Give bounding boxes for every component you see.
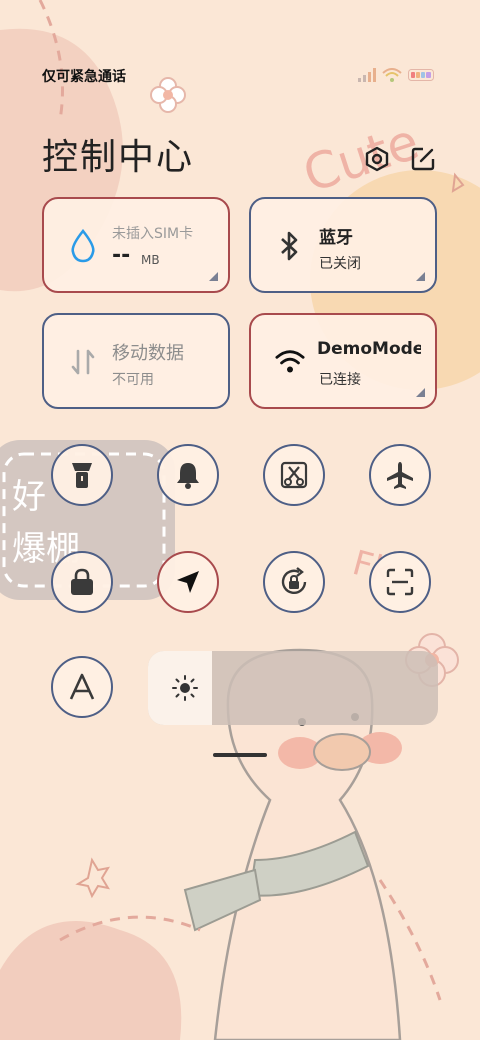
data-usage-tile[interactable]: 未插入SIM卡 -- MB — [42, 197, 230, 293]
airplane-toggle[interactable] — [369, 444, 431, 506]
wifi-icon — [275, 345, 305, 379]
flashlight-icon — [72, 463, 92, 488]
expand-corner-icon — [416, 272, 425, 281]
scissors-icon — [280, 461, 308, 489]
bluetooth-label: 蓝牙 — [319, 228, 353, 248]
signal-icon — [358, 68, 376, 82]
bell-icon — [177, 463, 199, 489]
screenshot-toggle[interactable] — [263, 444, 325, 506]
auto-rotate-toggle[interactable] — [263, 551, 325, 613]
page-title: 控制中心 — [42, 137, 195, 178]
location-toggle[interactable] — [157, 551, 219, 613]
ringer-toggle[interactable] — [157, 444, 219, 506]
status-bar: 仅可紧急通话 — [0, 62, 480, 90]
sun-icon — [172, 675, 198, 701]
data-usage-unit: MB — [141, 253, 160, 267]
lock-icon — [71, 568, 93, 595]
bluetooth-tile[interactable]: 蓝牙 已关闭 — [249, 197, 437, 293]
brightness-slider[interactable] — [148, 651, 438, 725]
scan-icon — [386, 568, 414, 596]
expand-corner-icon — [416, 388, 425, 397]
flashlight-toggle[interactable] — [51, 444, 113, 506]
edit-button[interactable] — [408, 144, 438, 174]
data-usage-value: -- — [112, 243, 131, 268]
mobile-data-tile[interactable]: 移动数据 不可用 — [42, 313, 230, 409]
wifi-icon — [382, 68, 402, 82]
wifi-tile[interactable]: DemoMode 已连接 — [249, 313, 437, 409]
font-a-icon — [69, 673, 95, 700]
svg-text:好: 好 — [12, 477, 46, 517]
edit-icon — [411, 147, 435, 171]
sim-status-label: 未插入SIM卡 — [112, 226, 194, 242]
mobile-data-label: 移动数据 — [112, 343, 184, 364]
system-icons — [358, 68, 436, 82]
battery-icon — [408, 69, 434, 81]
carrier-text: 仅可紧急通话 — [42, 69, 126, 85]
water-drop-icon — [68, 229, 98, 263]
settings-button[interactable] — [362, 144, 392, 174]
panel-handle[interactable] — [213, 753, 267, 757]
scan-toggle[interactable] — [369, 551, 431, 613]
reading-mode-toggle[interactable] — [51, 656, 113, 718]
lock-toggle[interactable] — [51, 551, 113, 613]
mobile-data-status: 不可用 — [112, 372, 154, 388]
bluetooth-icon — [275, 229, 305, 263]
airplane-icon — [387, 462, 413, 489]
bluetooth-status: 已关闭 — [319, 256, 361, 272]
settings-hex-icon — [365, 146, 389, 172]
wifi-network-label: DemoMode — [317, 339, 421, 359]
rotate-lock-icon — [281, 567, 307, 594]
location-arrow-icon — [177, 571, 199, 593]
expand-corner-icon — [209, 272, 218, 281]
wifi-status: 已连接 — [319, 372, 361, 388]
data-arrows-icon — [68, 345, 98, 379]
